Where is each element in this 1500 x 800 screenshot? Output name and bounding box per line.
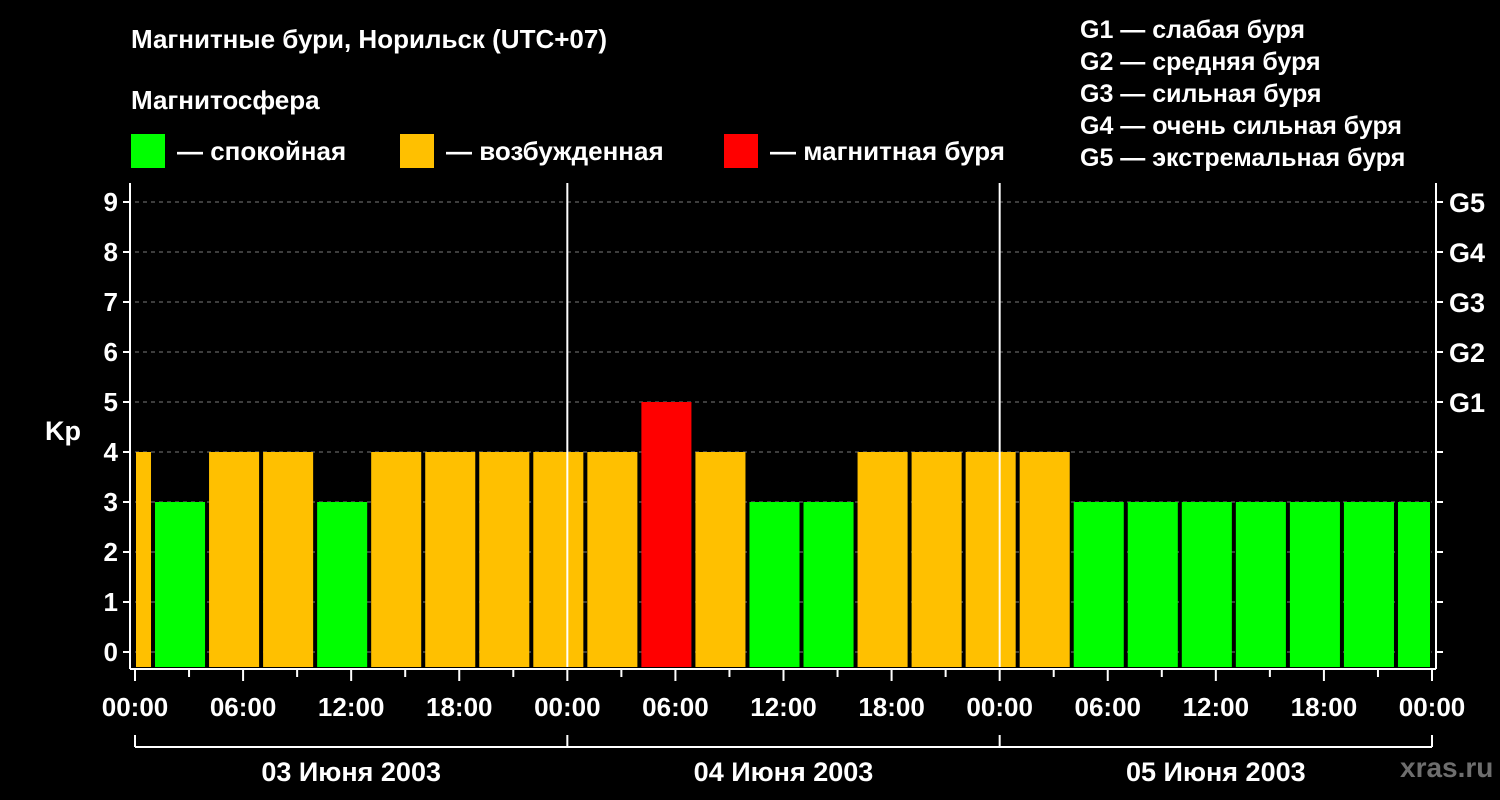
kp-bar — [425, 452, 476, 667]
kp-bar — [803, 502, 854, 667]
kp-bar — [749, 502, 800, 667]
g-level-label: G1 — [1449, 388, 1485, 418]
x-tick-label: 00:00 — [966, 692, 1033, 722]
kp-bar — [1235, 502, 1286, 667]
y-tick-label: 0 — [104, 637, 118, 667]
x-tick-label: 12:00 — [1183, 692, 1250, 722]
y-tick-label: 5 — [104, 387, 118, 417]
kp-bar — [965, 452, 1016, 667]
x-tick-label: 00:00 — [534, 692, 601, 722]
x-tick-label: 12:00 — [750, 692, 817, 722]
x-tick-label: 12:00 — [318, 692, 385, 722]
x-tick-label: 06:00 — [1075, 692, 1142, 722]
kp-bar — [1019, 452, 1070, 667]
kp-bar — [587, 452, 638, 667]
kp-bar — [1289, 502, 1340, 667]
kp-bar — [1073, 502, 1124, 667]
kp-bar — [695, 452, 746, 667]
x-tick-label: 18:00 — [426, 692, 493, 722]
x-tick-label: 00:00 — [102, 692, 169, 722]
kp-bar — [209, 452, 260, 667]
kp-bar — [155, 502, 206, 667]
g-level-label: G4 — [1449, 238, 1485, 268]
y-tick-label: 7 — [104, 287, 118, 317]
kp-bar — [911, 452, 962, 667]
x-tick-label: 06:00 — [642, 692, 709, 722]
y-tick-label: 6 — [104, 337, 118, 367]
kp-bar — [263, 452, 314, 667]
kp-bar — [317, 502, 368, 667]
day-label: 03 Июня 2003 — [261, 757, 441, 787]
day-label: 05 Июня 2003 — [1126, 757, 1306, 787]
y-tick-label: 3 — [104, 487, 118, 517]
x-tick-label: 06:00 — [210, 692, 277, 722]
x-tick-label: 00:00 — [1399, 692, 1466, 722]
y-tick-label: 8 — [104, 237, 118, 267]
kp-bar — [371, 452, 422, 667]
g-level-label: G5 — [1449, 188, 1485, 218]
kp-bar — [1127, 502, 1178, 667]
y-axis-label: Kp — [45, 416, 81, 446]
y-tick-label: 9 — [104, 187, 118, 217]
kp-bar — [1397, 502, 1430, 667]
day-label: 04 Июня 2003 — [694, 757, 874, 787]
kp-bar — [533, 452, 584, 667]
x-tick-label: 18:00 — [1291, 692, 1358, 722]
y-tick-label: 2 — [104, 537, 118, 567]
kp-bar — [1181, 502, 1232, 667]
x-tick-label: 18:00 — [858, 692, 925, 722]
kp-bar — [1343, 502, 1394, 667]
y-tick-label: 1 — [104, 587, 118, 617]
watermark: xras.ru — [1400, 752, 1494, 783]
kp-bar — [479, 452, 530, 667]
y-tick-label: 4 — [104, 437, 119, 467]
g-level-label: G3 — [1449, 288, 1485, 318]
kp-bar — [136, 452, 152, 667]
kp-bar-chart: 0 1 2 3 4 5 6 7 8 9 G1 G2 G3 G4 G5 Kp 00:00 06:00 12:00 18:… — [45, 183, 1485, 787]
g-level-label: G2 — [1449, 338, 1485, 368]
kp-bar — [641, 402, 692, 667]
kp-bar — [857, 452, 908, 667]
